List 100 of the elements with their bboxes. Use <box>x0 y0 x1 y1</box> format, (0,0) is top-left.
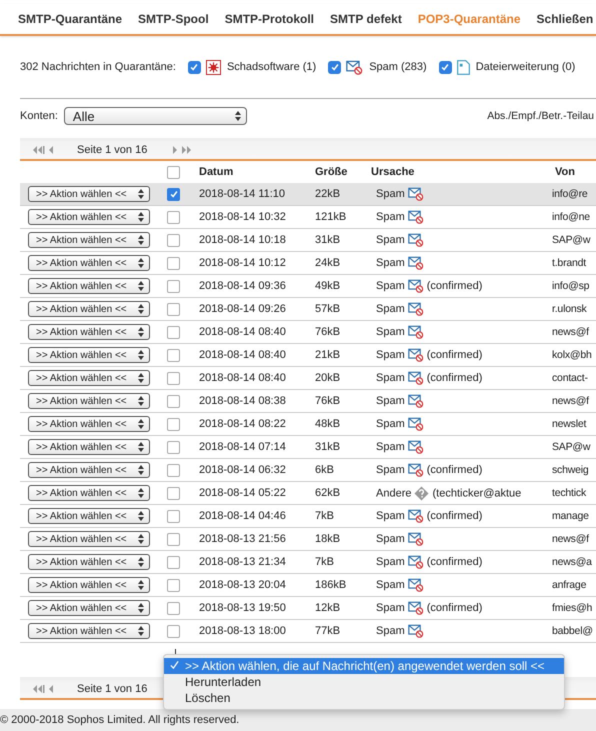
size-cell: 76kB <box>315 395 340 407</box>
spam-mail-icon <box>408 555 424 569</box>
tab[interactable]: SMTP-Protokoll <box>216 12 322 26</box>
row-checkbox[interactable] <box>167 280 180 292</box>
date-cell: 2018-08-14 06:32 <box>199 464 286 476</box>
first-page-icon[interactable] <box>32 146 46 154</box>
menu-item[interactable]: Löschen <box>164 690 564 706</box>
action-select[interactable]: >> Aktion wählen << <box>28 577 150 593</box>
search-label: Abs./Empf./Betr.-Teilau <box>487 110 594 122</box>
next-page-icon[interactable] <box>173 146 178 154</box>
checkmark-icon <box>168 189 178 199</box>
checkbox[interactable] <box>188 60 201 74</box>
menu-item[interactable]: Herunterladen <box>164 674 564 690</box>
updown-arrows-icon <box>138 235 144 245</box>
row-checkbox[interactable] <box>167 188 180 200</box>
row-checkbox[interactable] <box>167 602 180 614</box>
size-cell: 76kB <box>315 326 340 338</box>
row-checkbox[interactable] <box>167 234 180 246</box>
action-select[interactable]: >> Aktion wählen << <box>28 554 150 570</box>
row-checkbox[interactable] <box>167 532 180 546</box>
row-checkbox[interactable] <box>167 624 180 638</box>
action-select[interactable]: >> Aktion wählen << <box>28 370 150 386</box>
row-checkbox[interactable] <box>167 394 180 408</box>
row-checkbox[interactable] <box>167 348 180 362</box>
tab[interactable]: SMTP-Quarantäne <box>10 12 130 26</box>
filter-label: Schadsoftware (1) <box>226 61 316 73</box>
cause-cell: Spam <box>376 556 405 568</box>
checkbox[interactable] <box>328 60 342 74</box>
date-cell: 2018-08-13 21:34 <box>199 556 286 568</box>
tab[interactable]: SMTP defekt <box>322 12 410 26</box>
action-select[interactable]: >> Aktion wählen << <box>28 393 150 409</box>
spam-mail-icon <box>408 233 424 247</box>
first-page-icon[interactable] <box>32 685 46 693</box>
checkbox[interactable] <box>438 60 452 74</box>
row-checkbox[interactable] <box>167 440 180 454</box>
column-header: Größe <box>315 166 348 178</box>
checkmark-icon <box>330 62 340 72</box>
cause-note: (confirmed) <box>426 372 482 384</box>
action-select[interactable]: >> Aktion wählen << <box>28 301 150 317</box>
row-checkbox[interactable] <box>167 510 180 522</box>
checkmark-icon <box>170 660 179 670</box>
updown-arrows-icon <box>138 258 144 268</box>
previous-page-icon[interactable] <box>48 685 53 693</box>
action-select[interactable]: >> Aktion wählen << <box>28 186 150 202</box>
action-select[interactable]: >> Aktion wählen << <box>28 462 150 478</box>
updown-arrows-icon <box>138 304 144 314</box>
cause-note: (confirmed) <box>426 602 482 614</box>
page-indicator: Seite 1 von 16 <box>77 144 148 156</box>
updown-arrows-icon <box>138 603 144 613</box>
accounts-select[interactable]: Alle <box>64 107 247 125</box>
tab[interactable]: Schließen <box>528 12 596 26</box>
spam-mail-icon <box>408 371 424 385</box>
spam-mail-icon <box>346 60 364 74</box>
row-checkbox[interactable] <box>167 326 180 338</box>
menu-item[interactable]: >> Aktion wählen, die auf Nachricht(en) angewendet werden soll << <box>164 658 564 674</box>
action-select[interactable]: >> Aktion wählen << <box>28 531 150 547</box>
spam-mail-icon <box>408 187 424 201</box>
row-checkbox[interactable] <box>167 556 180 568</box>
spam-mail-icon <box>408 463 424 477</box>
action-select[interactable]: >> Aktion wählen << <box>28 416 150 432</box>
action-select[interactable]: >> Aktion wählen << <box>28 600 150 616</box>
filter-label: Spam (283) <box>369 61 427 73</box>
updown-arrows-icon <box>138 557 144 567</box>
row-checkbox[interactable] <box>167 256 180 270</box>
action-select[interactable]: >> Aktion wählen << <box>28 623 150 639</box>
spam-mail-icon <box>408 348 424 362</box>
action-select[interactable]: >> Aktion wählen << <box>28 347 150 363</box>
row-checkbox[interactable] <box>167 372 180 384</box>
action-select[interactable]: >> Aktion wählen << <box>28 324 150 340</box>
action-select[interactable]: >> Aktion wählen << <box>28 485 150 501</box>
previous-page-icon[interactable] <box>48 146 53 154</box>
spam-mail-icon <box>408 578 424 592</box>
select-all-checkbox[interactable] <box>167 166 180 178</box>
sender-cell: babbel@ <box>552 625 593 637</box>
tab[interactable]: SMTP-Spool <box>130 12 217 26</box>
date-cell: 2018-08-14 08:38 <box>199 395 286 407</box>
row-checkbox[interactable] <box>167 486 180 500</box>
action-select[interactable]: >> Aktion wählen << <box>28 439 150 455</box>
size-cell: 57kB <box>315 303 340 315</box>
date-cell: 2018-08-13 19:50 <box>199 602 286 614</box>
updown-arrows-icon <box>138 626 144 636</box>
row-checkbox[interactable] <box>167 578 180 592</box>
column-header: Von <box>555 166 575 178</box>
row-checkbox[interactable] <box>167 302 180 316</box>
cause-cell: Spam <box>376 602 405 614</box>
updown-arrows-icon <box>138 511 144 521</box>
size-cell: 20kB <box>315 372 340 384</box>
action-select[interactable]: >> Aktion wählen << <box>28 232 150 248</box>
row-checkbox[interactable] <box>167 210 180 224</box>
cause-note: (confirmed) <box>426 349 482 361</box>
cause-cell: Spam <box>376 257 405 269</box>
row-checkbox[interactable] <box>167 418 180 430</box>
updown-arrows-icon <box>138 212 144 222</box>
action-select[interactable]: >> Aktion wählen << <box>28 508 150 524</box>
action-select[interactable]: >> Aktion wählen << <box>28 255 150 271</box>
sender-cell: fmies@h <box>552 602 592 614</box>
size-cell: 21kB <box>315 349 340 361</box>
row-checkbox[interactable] <box>167 464 180 476</box>
action-select[interactable]: >> Aktion wählen << <box>28 209 150 225</box>
action-select[interactable]: >> Aktion wählen << <box>28 278 150 294</box>
